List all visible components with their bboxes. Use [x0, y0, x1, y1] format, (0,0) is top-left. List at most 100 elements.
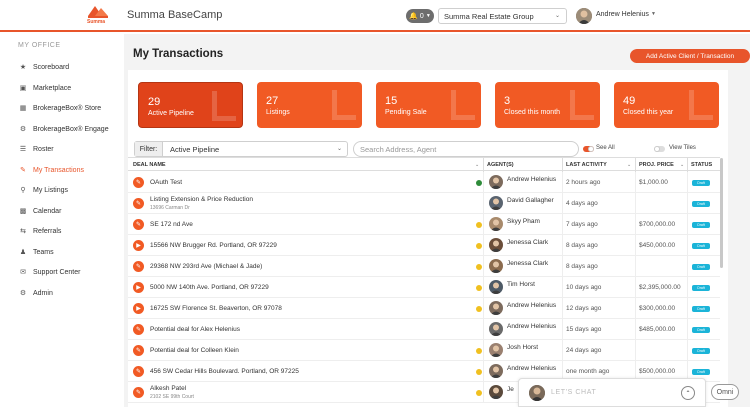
deal-name[interactable]: SE 172 nd Ave: [150, 221, 193, 228]
column-divider: [483, 319, 484, 340]
chevron-down-icon: ⌄: [336, 146, 342, 152]
sidebar-item-support-center[interactable]: ✉ Support Center: [18, 266, 80, 278]
edit-icon[interactable]: ✎: [133, 387, 144, 398]
proj-price: $485,000.00: [639, 326, 676, 333]
edit-icon[interactable]: ✎: [133, 198, 144, 209]
table-row[interactable]: ✎ 29368 NW 293rd Ave (Michael & Jade) Jene…: [128, 256, 720, 277]
column-divider: [562, 235, 563, 256]
notifications-count: 0: [419, 12, 424, 20]
sidebar-item-scoreboard[interactable]: ★ Scoreboard: [18, 61, 69, 73]
edit-icon[interactable]: ✎: [133, 345, 144, 356]
column-divider: [635, 319, 636, 340]
play-icon[interactable]: ▶: [133, 240, 144, 251]
chevron-down-icon[interactable]: ⌄: [680, 162, 684, 168]
agent-name: Skyy Pham: [507, 218, 540, 225]
tile-active-pipeline[interactable]: 29 Active Pipeline: [138, 82, 243, 128]
sidebar-item-my-listings[interactable]: ⚲ My Listings: [18, 184, 68, 196]
sidebar-item-roster[interactable]: ☰ Roster: [18, 143, 54, 155]
caret-down-icon[interactable]: ▼: [651, 11, 656, 17]
deal-name[interactable]: 29368 NW 293rd Ave (Michael & Jade): [150, 263, 262, 270]
chevron-down-icon[interactable]: ⌄: [627, 162, 631, 168]
organization-select[interactable]: Summa Real Estate Group ⌄: [438, 8, 567, 24]
table-row[interactable]: ✎ OAuth Test Andrew Helenius 2 hours ago $1,…: [128, 172, 720, 193]
tile-decoration: [451, 90, 475, 120]
see-all-toggle[interactable]: [583, 146, 594, 152]
add-active-client-button[interactable]: Add Active Client / Transaction: [630, 49, 750, 63]
tile-closed-this-month[interactable]: 3 Closed this month: [495, 82, 600, 128]
edit-icon[interactable]: ✎: [133, 366, 144, 377]
deal-name[interactable]: 16725 SW Florence St. Beaverton, OR 9707…: [150, 305, 282, 312]
col-agents[interactable]: AGENT(S): [487, 162, 514, 168]
deal-name[interactable]: Alkesh Patel: [150, 385, 186, 392]
column-divider: [562, 319, 563, 340]
sidebar-item-admin[interactable]: ⚙ Admin: [18, 287, 53, 299]
sidebar-item-my-transactions[interactable]: ✎ My Transactions: [18, 164, 84, 176]
col-status[interactable]: STATUS: [691, 162, 712, 168]
store-icon: ▦: [19, 105, 27, 112]
chat-widget[interactable]: LET'S CHAT ⌃: [518, 378, 706, 407]
edit-icon: ✎: [20, 167, 26, 174]
sidebar-item-referrals[interactable]: ⇆ Referrals: [18, 225, 61, 237]
last-activity: 24 days ago: [566, 347, 602, 354]
omni-button[interactable]: Omni: [711, 384, 739, 400]
chevron-up-icon[interactable]: ⌃: [681, 386, 695, 400]
avatar-photo-icon: [489, 301, 503, 315]
chevron-down-icon[interactable]: ⌄: [475, 162, 479, 168]
sidebar-item-marketplace[interactable]: ▣ Marketplace: [18, 82, 71, 94]
avatar-photo-icon: [489, 196, 503, 210]
column-divider: [483, 382, 484, 403]
deal-name[interactable]: OAuth Test: [150, 179, 182, 186]
sidebar-item-label: Roster: [33, 145, 54, 153]
sidebar-item-calendar[interactable]: ▩ Calendar: [18, 205, 62, 217]
play-icon[interactable]: ▶: [133, 282, 144, 293]
filter-select[interactable]: Filter: Active Pipeline ⌄: [134, 141, 348, 157]
user-avatar[interactable]: [576, 8, 592, 24]
deal-name[interactable]: 456 SW Cedar Hills Boulevard. Portland, …: [150, 368, 299, 375]
sidebar-item-store[interactable]: ▦ BrokerageBox® Store: [18, 102, 102, 114]
tile-label: Active Pipeline: [148, 110, 194, 117]
edit-icon[interactable]: ✎: [133, 324, 144, 335]
table-row[interactable]: ▶ 15566 NW Brugger Rd. Portland, OR 97229…: [128, 235, 720, 256]
view-tiles-toggle[interactable]: [654, 146, 665, 152]
chevron-down-icon: ▼: [425, 13, 431, 19]
table-row[interactable]: ▶ 16725 SW Florence St. Beaverton, OR 970…: [128, 298, 720, 319]
agent-name: Jenessa Clark: [507, 260, 549, 267]
tile-pending-sale[interactable]: 15 Pending Sale: [376, 82, 481, 128]
tile-listings[interactable]: 27 Listings: [257, 82, 362, 128]
sidebar-item-label: Marketplace: [33, 84, 72, 92]
table-row[interactable]: ✎ Potential deal for Colleen Klein Josh Ho…: [128, 340, 720, 361]
edit-icon[interactable]: ✎: [133, 261, 144, 272]
col-proj-price[interactable]: PROJ. PRICE: [639, 162, 674, 168]
table-row[interactable]: ✎ Potential deal for Alex Helenius Andrew …: [128, 319, 720, 340]
column-divider: [687, 298, 688, 319]
deal-name[interactable]: Potential deal for Colleen Klein: [150, 347, 239, 354]
search-input[interactable]: Search Address, Agent: [353, 141, 579, 157]
column-divider: [483, 298, 484, 319]
table-row[interactable]: ✎ Listing Extension & Price Reduction 1369…: [128, 193, 720, 214]
deal-name[interactable]: 5000 NW 140th Ave. Portland, OR 97229: [150, 284, 269, 291]
edit-icon[interactable]: ✎: [133, 177, 144, 188]
play-icon[interactable]: ▶: [133, 303, 144, 314]
agent-name: David Gallagher: [507, 197, 554, 204]
edit-icon[interactable]: ✎: [133, 219, 144, 230]
deal-name[interactable]: 15566 NW Brugger Rd. Portland, OR 97229: [150, 242, 277, 249]
table-scrollbar[interactable]: [720, 158, 723, 268]
cart-icon: ▣: [19, 85, 27, 92]
col-deal-name[interactable]: DEAL NAME: [133, 162, 166, 168]
table-row[interactable]: ▶ 5000 NW 140th Ave. Portland, OR 97229 Ti…: [128, 277, 720, 298]
notifications-button[interactable]: 🔔 0 ▼: [406, 9, 434, 23]
tile-closed-this-year[interactable]: 49 Closed this year: [614, 82, 719, 128]
column-divider: [635, 235, 636, 256]
agent-name: Je: [507, 386, 514, 393]
deal-name[interactable]: Listing Extension & Price Reduction: [150, 196, 253, 203]
col-last-activity[interactable]: LAST ACTIVITY: [566, 162, 607, 168]
sidebar-item-engage[interactable]: ⚙ BrokerageBox® Engage: [18, 123, 109, 135]
sidebar-item-teams[interactable]: ♟ Teams: [18, 246, 54, 258]
column-divider: [562, 256, 563, 277]
status-dot: [476, 264, 482, 270]
agent-avatar: [489, 217, 503, 231]
toggle-knob: [654, 146, 660, 152]
user-name[interactable]: Andrew Helenius: [596, 11, 649, 18]
table-row[interactable]: ✎ SE 172 nd Ave Skyy Pham 7 days ago $700,00…: [128, 214, 720, 235]
deal-name[interactable]: Potential deal for Alex Helenius: [150, 326, 240, 333]
